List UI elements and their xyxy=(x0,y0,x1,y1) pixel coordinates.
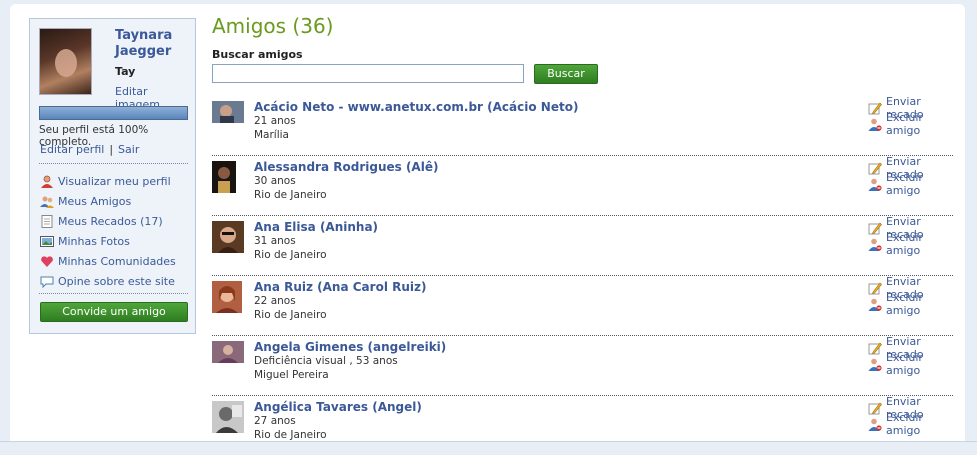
list-item: Angela Gimenes (angelreiki) Deficiência … xyxy=(212,335,953,396)
pencil-icon xyxy=(868,342,882,355)
divider xyxy=(39,163,188,164)
divider xyxy=(39,293,188,294)
friend-city: Rio de Janeiro xyxy=(254,189,327,201)
menu-item-label: Meus Amigos xyxy=(58,194,132,208)
friend-city: Rio de Janeiro xyxy=(254,429,327,441)
friend-photo[interactable] xyxy=(212,401,244,433)
remove-user-icon xyxy=(868,418,882,431)
pencil-icon xyxy=(868,162,882,175)
profile-sidebar: Taynara Jaegger Tay Editar imagem Seu pe… xyxy=(29,18,196,334)
friend-photo[interactable] xyxy=(212,161,236,193)
search-button[interactable]: Buscar xyxy=(534,64,598,84)
menu-item-messages[interactable]: Meus Recados (17) xyxy=(40,211,176,231)
pencil-icon xyxy=(868,102,882,115)
friend-age: Deficiência visual , 53 anos xyxy=(254,355,398,367)
friend-name[interactable]: Angela Gimenes (angelreiki) xyxy=(254,340,446,354)
friend-actions: Enviar recado Excluir amigo xyxy=(868,155,953,197)
remove-user-icon xyxy=(868,118,882,131)
menu-item-friends[interactable]: Meus Amigos xyxy=(40,191,176,211)
profile-name[interactable]: Taynara Jaegger xyxy=(115,28,195,60)
menu-item-photos[interactable]: Minhas Fotos xyxy=(40,231,176,251)
search-label: Buscar amigos xyxy=(212,48,303,61)
window-bottom-bar xyxy=(0,441,977,455)
menu-item-label: Minhas Fotos xyxy=(58,234,130,248)
remove-friend-link[interactable]: Excluir amigo xyxy=(868,411,953,437)
friend-photo[interactable] xyxy=(212,221,244,253)
sidebar-menu: Visualizar meu perfil Meus Amigos Meus R… xyxy=(40,171,176,291)
remove-friend-link[interactable]: Excluir amigo xyxy=(868,111,953,137)
friend-age: 27 anos xyxy=(254,415,296,427)
document-icon xyxy=(40,214,54,228)
list-item: Alessandra Rodrigues (Alê) 30 anos Rio d… xyxy=(212,155,953,216)
menu-item-label: Opine sobre este site xyxy=(58,274,175,288)
progress-fill xyxy=(40,107,187,119)
pencil-icon xyxy=(868,282,882,295)
menu-item-label: Visualizar meu perfil xyxy=(58,174,171,188)
friend-city: Rio de Janeiro xyxy=(254,249,327,261)
menu-item-view-profile[interactable]: Visualizar meu perfil xyxy=(40,171,176,191)
photo-icon xyxy=(40,235,54,248)
friend-name[interactable]: Acácio Neto - www.anetux.com.br (Acácio … xyxy=(254,100,578,114)
friend-photo[interactable] xyxy=(212,341,244,363)
page-title: Amigos (36) xyxy=(212,14,334,38)
list-item: Ana Ruiz (Ana Carol Ruiz) 22 anos Rio de… xyxy=(212,275,953,336)
pencil-icon xyxy=(868,222,882,235)
friend-name[interactable]: Ana Ruiz (Ana Carol Ruiz) xyxy=(254,280,426,294)
friend-age: 21 anos xyxy=(254,115,296,127)
heart-icon xyxy=(40,255,54,268)
remove-user-icon xyxy=(868,178,882,191)
remove-friend-label: Excluir amigo xyxy=(886,291,923,317)
speech-bubble-icon xyxy=(40,275,54,288)
remove-user-icon xyxy=(868,298,882,311)
remove-friend-link[interactable]: Excluir amigo xyxy=(868,171,953,197)
friend-city: Rio de Janeiro xyxy=(254,309,327,321)
friend-city: Miguel Pereira xyxy=(254,369,329,381)
profile-links: Editar perfil | Sair xyxy=(40,143,139,156)
pencil-icon xyxy=(868,402,882,415)
list-item: Acácio Neto - www.anetux.com.br (Acácio … xyxy=(212,95,953,156)
friends-icon xyxy=(40,195,54,208)
friend-name[interactable]: Alessandra Rodrigues (Alê) xyxy=(254,160,438,174)
menu-item-feedback[interactable]: Opine sobre este site xyxy=(40,271,176,291)
profile-progress-bar xyxy=(39,106,188,120)
friend-age: 31 anos xyxy=(254,235,296,247)
remove-friend-label: Excluir amigo xyxy=(886,411,923,437)
friend-actions: Enviar recado Excluir amigo xyxy=(868,275,953,317)
remove-user-icon xyxy=(868,238,882,251)
remove-friend-link[interactable]: Excluir amigo xyxy=(868,351,953,377)
menu-item-communities[interactable]: Minhas Comunidades xyxy=(40,251,176,271)
friend-actions: Enviar recado Excluir amigo xyxy=(868,335,953,377)
remove-friend-label: Excluir amigo xyxy=(886,111,923,137)
user-icon xyxy=(40,175,54,188)
edit-profile-link[interactable]: Editar perfil xyxy=(40,143,104,156)
friend-name[interactable]: Angélica Tavares (Angel) xyxy=(254,400,422,414)
remove-friend-link[interactable]: Excluir amigo xyxy=(868,291,953,317)
remove-friend-label: Excluir amigo xyxy=(886,231,923,257)
friend-name[interactable]: Ana Elisa (Aninha) xyxy=(254,220,378,234)
friend-actions: Enviar recado Excluir amigo xyxy=(868,95,953,137)
friend-age: 30 anos xyxy=(254,175,296,187)
search-input[interactable] xyxy=(212,64,524,83)
logout-link[interactable]: Sair xyxy=(118,143,139,156)
profile-nickname: Tay xyxy=(115,65,136,78)
friend-city: Marília xyxy=(254,129,289,141)
remove-user-icon xyxy=(868,358,882,371)
remove-friend-label: Excluir amigo xyxy=(886,351,923,377)
remove-friend-link[interactable]: Excluir amigo xyxy=(868,231,953,257)
friend-actions: Enviar recado Excluir amigo xyxy=(868,395,953,437)
avatar[interactable] xyxy=(39,28,92,95)
remove-friend-label: Excluir amigo xyxy=(886,171,923,197)
list-item: Ana Elisa (Aninha) 31 anos Rio de Janeir… xyxy=(212,215,953,276)
invite-friend-button[interactable]: Convide um amigo xyxy=(40,302,188,322)
link-separator: | xyxy=(109,143,114,156)
friends-list: Acácio Neto - www.anetux.com.br (Acácio … xyxy=(212,95,953,455)
friend-photo[interactable] xyxy=(212,281,242,313)
friend-photo[interactable] xyxy=(212,101,244,123)
menu-item-label: Minhas Comunidades xyxy=(58,254,176,268)
friend-actions: Enviar recado Excluir amigo xyxy=(868,215,953,257)
friend-age: 22 anos xyxy=(254,295,296,307)
menu-item-label: Meus Recados (17) xyxy=(58,214,163,228)
